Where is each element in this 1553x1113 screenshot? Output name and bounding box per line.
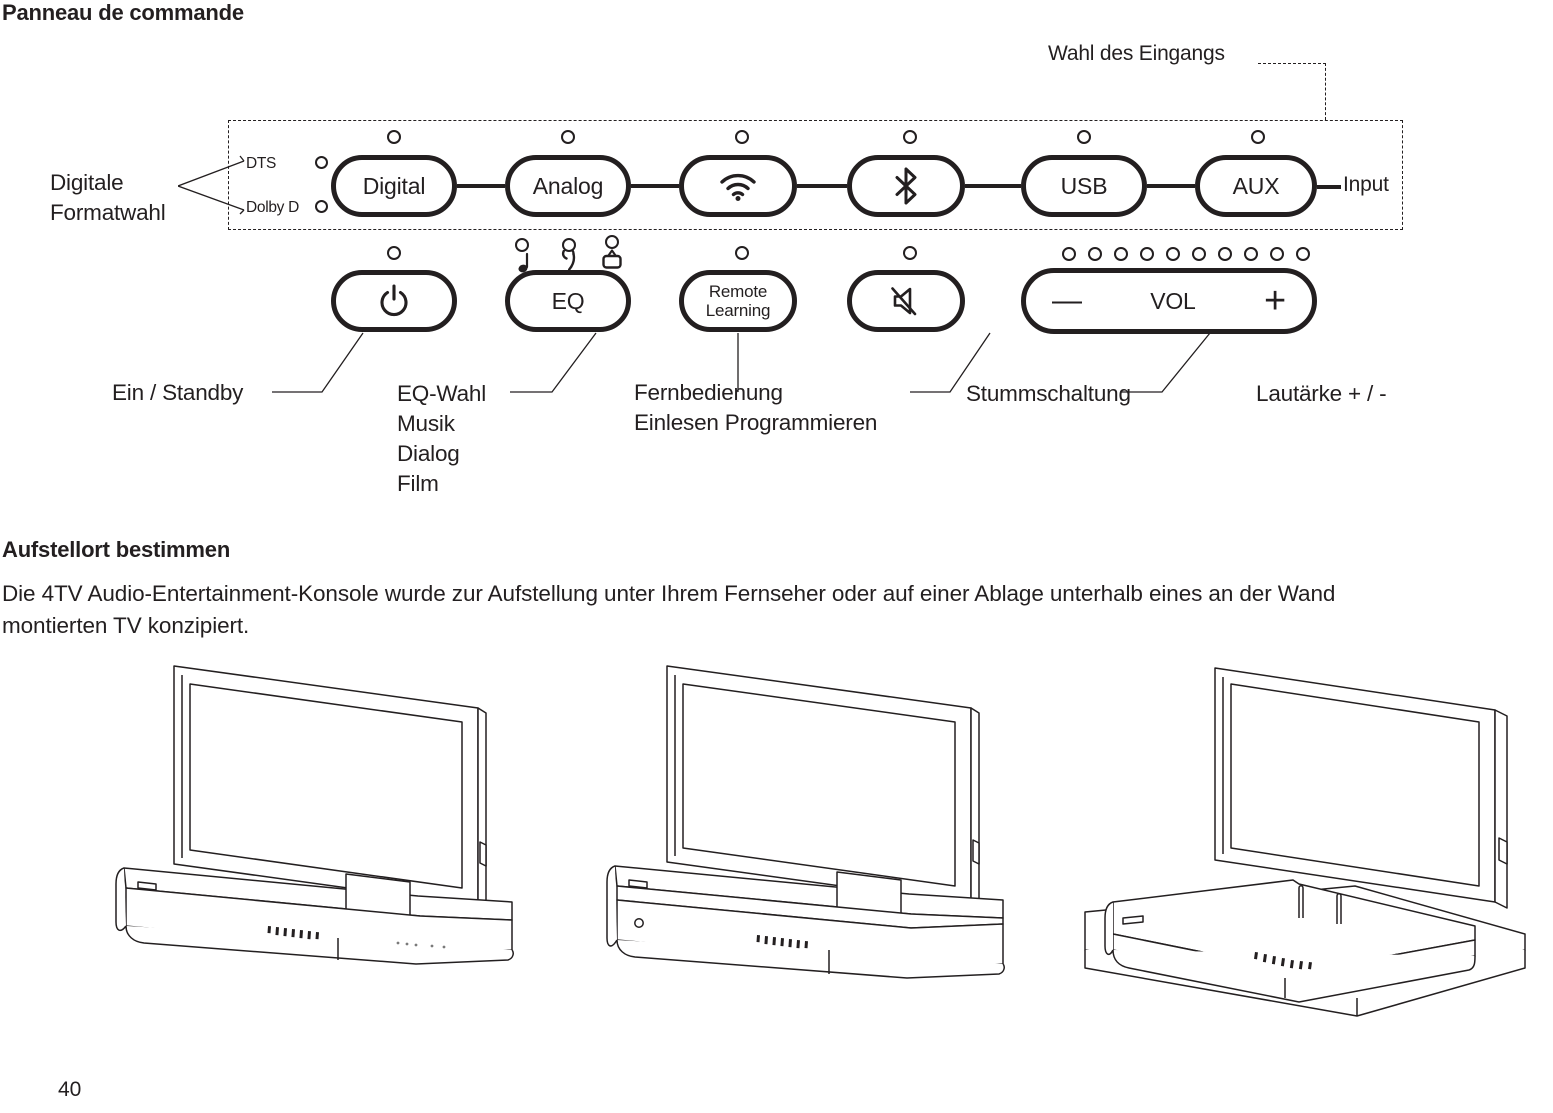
volume-led-2 [1088,247,1102,261]
input-group-label: Input [1343,173,1389,196]
bluetooth-button[interactable] [847,155,965,217]
callout-volume: Lautärke + / - [1256,381,1387,406]
power-status-led [387,246,401,260]
control-panel-diagram: Wahl des Eingangs Input Digitale Formatw… [0,0,1553,520]
volume-led-9 [1270,247,1284,261]
mute-status-led [903,246,917,260]
volume-button[interactable]: — VOL + [1021,268,1317,334]
connector-4 [965,184,1021,188]
page-number: 40 [58,1078,82,1101]
wifi-button[interactable] [679,155,797,217]
input-label-connector [1317,185,1341,189]
eq-button[interactable]: EQ [505,270,631,332]
volume-led-6 [1192,247,1206,261]
eq-film-led [605,235,619,249]
aux-button-label: AUX [1232,172,1280,199]
wifi-status-led [735,130,749,144]
tv-on-console-front [115,665,514,965]
placement-heading: Aufstellort bestimmen [2,537,231,562]
usb-status-led [1077,130,1091,144]
connector-5 [1147,184,1195,188]
remote-learning-status-led [735,246,749,260]
digital-button-label: Digital [362,172,426,199]
bluetooth-status-led [903,130,917,144]
dts-indicator [315,156,328,169]
volume-led-3 [1114,247,1128,261]
volume-led-10 [1296,247,1310,261]
tv-on-console-angled [606,665,1005,979]
bluetooth-icon [893,167,919,205]
dts-label: DTS [246,155,277,172]
callout-eq: EQ-Wahl Musik Dialog Film [397,381,487,496]
placement-illustrations [0,650,1553,1060]
volume-led-4 [1140,247,1154,261]
mute-icon [889,285,923,317]
eq-music-led [515,238,529,252]
usb-button-label: USB [1060,172,1108,199]
volume-plus-label[interactable]: + [1264,282,1286,320]
eq-button-label: EQ [551,287,585,314]
volume-label: VOL [1150,287,1196,314]
wifi-icon [718,171,758,201]
remote-learning-button[interactable]: Remote Learning [679,270,797,332]
volume-led-8 [1244,247,1258,261]
callout-mute: Stummschaltung [966,381,1131,406]
input-selection-leader-h [1258,63,1326,64]
connector-2 [631,184,679,188]
volume-led-5 [1166,247,1180,261]
connector-1 [457,184,505,188]
power-button[interactable] [331,270,457,332]
digital-format-leader-lines [178,155,245,215]
volume-led-7 [1218,247,1232,261]
analog-button[interactable]: Analog [505,155,631,217]
analog-status-led [561,130,575,144]
digital-button[interactable]: Digital [331,155,457,217]
aux-status-led [1251,130,1265,144]
callout-remote: Fernbedienung Einlesen Programmieren [634,380,878,435]
callout-power: Ein / Standby [112,380,244,405]
placement-text: Die 4TV Audio-Entertainment-Konsole wurd… [2,581,1336,638]
power-icon [378,284,410,318]
tv-film-icon [600,249,624,271]
connector-3 [797,184,847,188]
remote-learning-button-label: Remote Learning [705,281,771,320]
digital-status-led [387,130,401,144]
tv-wall-mounted-console-on-shelf [1084,667,1526,1017]
dolby-d-indicator [315,200,328,213]
mute-button[interactable] [847,270,965,332]
volume-led-1 [1062,247,1076,261]
input-selection-label: Wahl des Eingangs [1048,42,1225,65]
usb-button[interactable]: USB [1021,155,1147,217]
dolby-d-label: Dolby D [246,199,300,216]
aux-button[interactable]: AUX [1195,155,1317,217]
volume-minus-label[interactable]: — [1052,286,1082,316]
analog-button-label: Analog [532,172,604,199]
input-selection-leader-v [1325,63,1326,120]
